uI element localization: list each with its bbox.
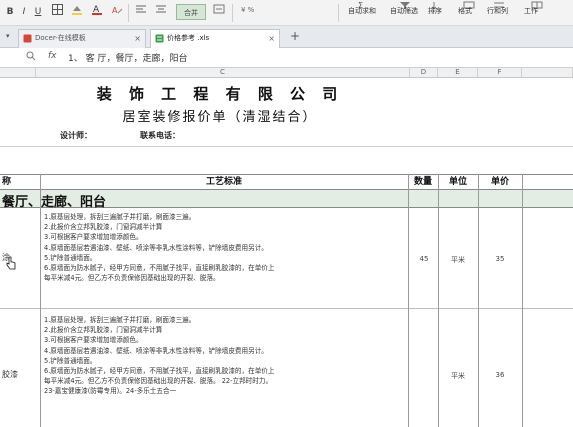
autofilter-label[interactable]: 自动筛选	[390, 6, 418, 16]
description-line: 6.原墙面为防水腻子，经甲方同意，不用腻子找平，直接刷乳胶漆的，在单价上	[44, 264, 275, 273]
close-icon[interactable]: ×	[134, 30, 141, 47]
quote-subtitle: 居室装修报价单（清湿结合）	[122, 110, 318, 125]
tab-label: Docer-在线模板	[35, 34, 86, 42]
row-name: 胶漆	[2, 370, 18, 379]
column-header-blank	[0, 68, 36, 78]
grid-line	[40, 174, 41, 427]
underline-button[interactable]: U	[32, 4, 44, 20]
description-line: 每平米减4元。但乙方不负责保修因基础出现的开裂、脱落。 22-立邦时时力。	[44, 377, 273, 386]
svg-text:A: A	[112, 6, 118, 15]
row-price: 36	[495, 371, 505, 379]
row-description: 1.原基层处理，拆刮三遍腻子并打磨，刷面漆三遍。 2.此报价含立邦乳胶漆，门窗洞…	[44, 315, 274, 397]
description-line: 3.可根据客户要求增加增添颜色。	[44, 336, 143, 345]
tab-docer-templates[interactable]: Docer-在线模板 ×	[18, 29, 146, 48]
toolbar-separator	[232, 4, 233, 22]
number-format-icon[interactable]: ¥ %	[238, 4, 268, 20]
fill-color-icon[interactable]	[70, 4, 84, 20]
designer-label: 设计师：	[60, 131, 92, 140]
font-color-icon[interactable]: A	[90, 4, 104, 20]
svg-text:¥ %: ¥ %	[241, 6, 255, 14]
table-row[interactable]: 胶漆 1.原基层处理，拆刮三遍腻子并打磨，刷面漆三遍。 2.此报价含立邦乳胶漆，…	[0, 309, 573, 427]
description-line: 23-嘉宝健康漆(防霉专用)。24-多乐士五合一	[44, 387, 177, 396]
row-description: 1.原基层处理，拆刮三遍腻子并打磨，刷面漆三遍。 2.此报价含立邦乳胶漆，门窗洞…	[44, 212, 274, 283]
sort-label[interactable]: 排序	[428, 6, 442, 16]
new-tab-button[interactable]: +	[290, 29, 300, 43]
toolbar-separator	[338, 4, 339, 22]
autosum-label[interactable]: 自动求和	[348, 6, 376, 16]
header-price: 单价	[490, 177, 509, 187]
column-header-c[interactable]: C	[36, 68, 410, 78]
section-row[interactable]: 餐厅、走廊、阳台	[0, 189, 573, 210]
align-center-icon[interactable]	[154, 4, 168, 20]
header-unit: 单位	[448, 177, 467, 187]
document-tab-bar: ▾ Docer-在线模板 × 价格参考 .xls × +	[0, 26, 573, 48]
description-line: 6.原墙面为防水腻子，经甲方同意，不用腻子找平，直接刷乳胶漆的，在单价上	[44, 367, 275, 376]
row-price: 35	[495, 255, 505, 263]
grid-line	[522, 174, 523, 427]
row-unit: 平米	[451, 372, 465, 380]
header-qty: 数量	[413, 177, 432, 187]
description-line: 3.可根据客户要求增加增添颜色。	[44, 233, 143, 242]
rows-cols-label[interactable]: 行和列	[487, 6, 508, 16]
fx-label[interactable]: fx	[48, 51, 57, 61]
format-label[interactable]: 格式	[458, 6, 472, 16]
grid-line	[408, 174, 409, 427]
description-line: 4.原墙面基层若遇油漆、壁纸、喷涂等非乳水性涂料等，铲除墙皮费用另计。	[44, 243, 268, 252]
row-unit: 平米	[451, 256, 465, 264]
ribbon-toolbar: B I U A A 合并 ¥ % Σ 自动求和 自动筛选 排序 格式 行和列 工…	[0, 0, 573, 26]
formula-input[interactable]: 1、 客 厅，餐厅，走廊，阳台	[68, 51, 187, 64]
header-name: 称	[2, 177, 12, 187]
grid-line	[0, 146, 573, 147]
description-line: 2.此报价含立邦乳胶漆，门窗洞减半计算	[44, 326, 163, 335]
spreadsheet-grid[interactable]: 装 饰 工 程 有 限 公 司 居室装修报价单（清湿结合） 设计师： 联系电话：…	[0, 78, 573, 427]
column-header-g[interactable]	[522, 68, 573, 78]
clear-format-icon[interactable]: A	[110, 4, 124, 20]
description-line: 4.原墙面基层若遇油漆、壁纸、喷涂等非乳水性涂料等，铲除墙皮费用另计。	[44, 346, 268, 355]
grid-line	[478, 174, 479, 427]
description-line: 5.铲除普通墙面。	[44, 253, 97, 262]
bold-button[interactable]: B	[4, 4, 16, 20]
formula-bar: fx 1、 客 厅，餐厅，走廊，阳台	[0, 48, 573, 68]
spreadsheet-icon	[155, 34, 164, 43]
grid-line	[438, 174, 439, 427]
table-row[interactable]: 涂 1.原基层处理，拆刮三遍腻子并打磨，刷面漆三遍。 2.此报价含立邦乳胶漆，门…	[0, 208, 573, 309]
align-left-icon[interactable]	[134, 4, 148, 20]
header-craft: 工艺标准	[205, 177, 242, 187]
close-icon[interactable]: ×	[268, 30, 275, 47]
column-header-d[interactable]: D	[410, 68, 438, 78]
contact-label: 联系电话：	[140, 131, 180, 140]
docer-icon	[23, 34, 32, 43]
company-title: 装 饰 工 程 有 限 公 司	[96, 85, 344, 103]
tab-menu-icon[interactable]: ▾	[6, 32, 10, 40]
toolbar-separator	[128, 4, 129, 22]
italic-button[interactable]: I	[18, 4, 30, 20]
tab-price-reference[interactable]: 价格参考 .xls ×	[150, 29, 280, 48]
description-line: 2.此报价含立邦乳胶漆，门窗洞减半计算	[44, 223, 163, 232]
worksheet-label[interactable]: 工作	[524, 6, 538, 16]
column-header-e[interactable]: E	[438, 68, 478, 78]
description-line: 每平米减4元。但乙方不负责保修因基础出现的开裂、脱落。	[44, 274, 220, 283]
border-icon[interactable]	[50, 4, 64, 20]
hand-cursor-icon	[6, 256, 16, 270]
zoom-icon[interactable]	[26, 51, 36, 64]
tab-label: 价格参考 .xls	[167, 34, 210, 42]
column-header-f[interactable]: F	[478, 68, 522, 78]
description-line: 5.铲除普通墙面。	[44, 356, 97, 365]
wrap-text-icon[interactable]	[212, 4, 226, 20]
description-line: 1.原基层处理，拆刮三遍腻子并打磨，刷面漆三遍。	[44, 213, 196, 221]
description-line: 1.原基层处理，拆刮三遍腻子并打磨，刷面漆三遍。	[44, 316, 196, 324]
row-qty: 45	[419, 255, 429, 263]
merge-center-button[interactable]: 合并	[176, 4, 206, 20]
